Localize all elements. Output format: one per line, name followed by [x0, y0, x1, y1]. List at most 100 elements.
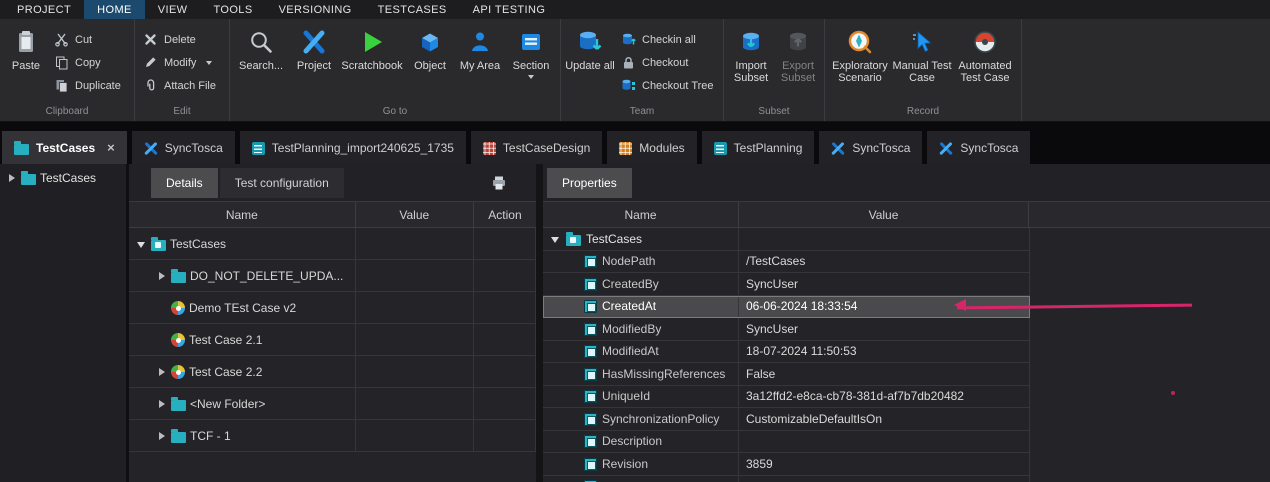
expander-icon[interactable] [157, 270, 167, 281]
group-label-team: Team [564, 105, 720, 121]
paperclip-icon [143, 78, 158, 93]
property-row[interactable]: Description [543, 431, 1030, 454]
ribbon-spacer [1022, 19, 1270, 121]
modify-button[interactable]: Modify [138, 53, 226, 72]
property-row[interactable]: CreatedAt 06-06-2024 18:33:54 [543, 296, 1030, 319]
tree-node-icon [151, 240, 166, 251]
checkout-tree-button[interactable]: Checkout Tree [616, 76, 720, 95]
tab-test-configuration[interactable]: Test configuration [220, 168, 344, 198]
tab-details[interactable]: Details [151, 168, 218, 198]
delete-button[interactable]: Delete [138, 30, 226, 49]
menu-item[interactable]: VERSIONING [266, 0, 365, 19]
document-tab[interactable]: TestCaseDesign [471, 131, 602, 164]
tree-row-action [474, 228, 536, 259]
attach-file-button[interactable]: Attach File [138, 76, 226, 95]
property-name: Revision [602, 457, 648, 471]
paste-button[interactable]: Paste [3, 24, 49, 72]
automated-test-case-button[interactable]: Automated Test Case [952, 24, 1018, 84]
tree-row-value [356, 292, 474, 323]
menu-item[interactable]: VIEW [145, 0, 201, 19]
goto-object-button[interactable]: Object [405, 24, 455, 72]
expander-icon[interactable] [157, 430, 167, 441]
column-header-value: Value [356, 202, 474, 227]
property-row[interactable]: SynchronizationPolicy CustomizableDefaul… [543, 408, 1030, 431]
tab-label: SyncTosca [960, 141, 1018, 155]
tab-icon [939, 141, 953, 155]
print-icon[interactable] [491, 175, 507, 191]
property-row[interactable]: ModifiedAt 18-07-2024 11:50:53 [543, 341, 1030, 364]
menu-item[interactable]: TESTCASES [365, 0, 460, 19]
property-name: HasMissingReferences [602, 367, 725, 381]
expander-icon[interactable] [137, 238, 147, 249]
ribbon: Paste Cut Copy Duplicate [0, 19, 1270, 122]
goto-project-button[interactable]: Project [289, 24, 339, 72]
property-icon [584, 435, 597, 448]
menu-item[interactable]: API TESTING [460, 0, 559, 19]
tree-row[interactable]: Demo TEst Case v2 [129, 292, 536, 324]
copy-button[interactable]: Copy [49, 53, 131, 72]
import-subset-button[interactable]: Import Subset [727, 24, 775, 84]
duplicate-button[interactable]: Duplicate [49, 76, 131, 95]
property-row[interactable]: CreatedBy SyncUser [543, 273, 1030, 296]
close-icon[interactable] [107, 141, 115, 154]
property-row[interactable] [543, 476, 1030, 482]
property-row[interactable]: TestCases [543, 228, 1030, 251]
tree-node-icon [171, 400, 186, 411]
tree-row-action [474, 324, 536, 355]
object-cube-icon [417, 27, 443, 57]
checkin-all-button[interactable]: Checkin all [616, 30, 720, 49]
tree-node-icon [171, 301, 185, 315]
document-tab[interactable]: TestPlanning [702, 131, 815, 164]
tree-row[interactable]: TestCases [129, 228, 536, 260]
expander-icon[interactable] [551, 233, 561, 244]
cursor-icon [909, 27, 935, 57]
document-tab[interactable]: TestCases [2, 131, 127, 164]
menu-item[interactable]: HOME [84, 0, 145, 19]
ribbon-group-edit: Delete Modify Attach File Edit [135, 19, 230, 121]
update-all-button[interactable]: Update all [564, 24, 616, 72]
ribbon-group-subset: Import Subset Export Subset Subset [724, 19, 825, 121]
main-area: TestCases Details Test configuration Nam… [0, 164, 1270, 482]
exploratory-scenario-button[interactable]: Exploratory Scenario [828, 24, 892, 84]
document-tab[interactable]: Modules [607, 131, 696, 164]
document-tab[interactable]: SyncTosca [819, 131, 922, 164]
tree-node-label: TestCases [170, 237, 226, 251]
property-name: SynchronizationPolicy [602, 412, 719, 426]
checkout-button[interactable]: Checkout [616, 53, 720, 72]
property-row[interactable]: HasMissingReferences False [543, 363, 1030, 386]
property-name: TestCases [586, 232, 642, 246]
manual-test-case-button[interactable]: Manual Test Case [892, 24, 952, 84]
tab-icon [483, 142, 496, 155]
tab-icon [252, 142, 265, 155]
property-row[interactable]: UniqueId 3a12ffd2-e8ca-cb78-381d-af7b7db… [543, 386, 1030, 409]
sidebar-item-testcases[interactable]: TestCases [0, 167, 126, 189]
menu-item[interactable]: TOOLS [200, 0, 265, 19]
document-tab[interactable]: TestPlanning_import240625_1735 [240, 131, 466, 164]
property-row[interactable]: ModifiedBy SyncUser [543, 318, 1030, 341]
my-area-button[interactable]: My Area [455, 24, 505, 72]
scratchbook-button[interactable]: Scratchbook [339, 24, 405, 72]
export-subset-button[interactable]: Export Subset [775, 24, 821, 84]
details-panel-tabs: Details Test configuration [129, 164, 536, 202]
menu-item[interactable]: PROJECT [4, 0, 84, 19]
tree-row-action [474, 388, 536, 419]
tree-row[interactable]: Test Case 2.1 [129, 324, 536, 356]
cut-button[interactable]: Cut [49, 30, 131, 49]
tree-row[interactable]: <New Folder> [129, 388, 536, 420]
paste-label: Paste [12, 60, 40, 72]
expander-icon[interactable] [7, 173, 17, 184]
document-tab[interactable]: SyncTosca [927, 131, 1030, 164]
tree-row[interactable]: DO_NOT_DELETE_UPDA... [129, 260, 536, 292]
document-tab[interactable]: SyncTosca [132, 131, 235, 164]
tree-row[interactable]: TCF - 1 [129, 420, 536, 452]
section-icon [518, 27, 544, 57]
tab-label: SyncTosca [852, 141, 910, 155]
search-button[interactable]: Search... [233, 24, 289, 72]
expander-icon[interactable] [157, 398, 167, 409]
goto-section-button[interactable]: Section [505, 24, 557, 82]
tree-row[interactable]: Test Case 2.2 [129, 356, 536, 388]
tab-properties[interactable]: Properties [547, 168, 632, 198]
property-row[interactable]: Revision 3859 [543, 453, 1030, 476]
property-row[interactable]: NodePath /TestCases [543, 251, 1030, 274]
expander-icon[interactable] [157, 366, 167, 377]
